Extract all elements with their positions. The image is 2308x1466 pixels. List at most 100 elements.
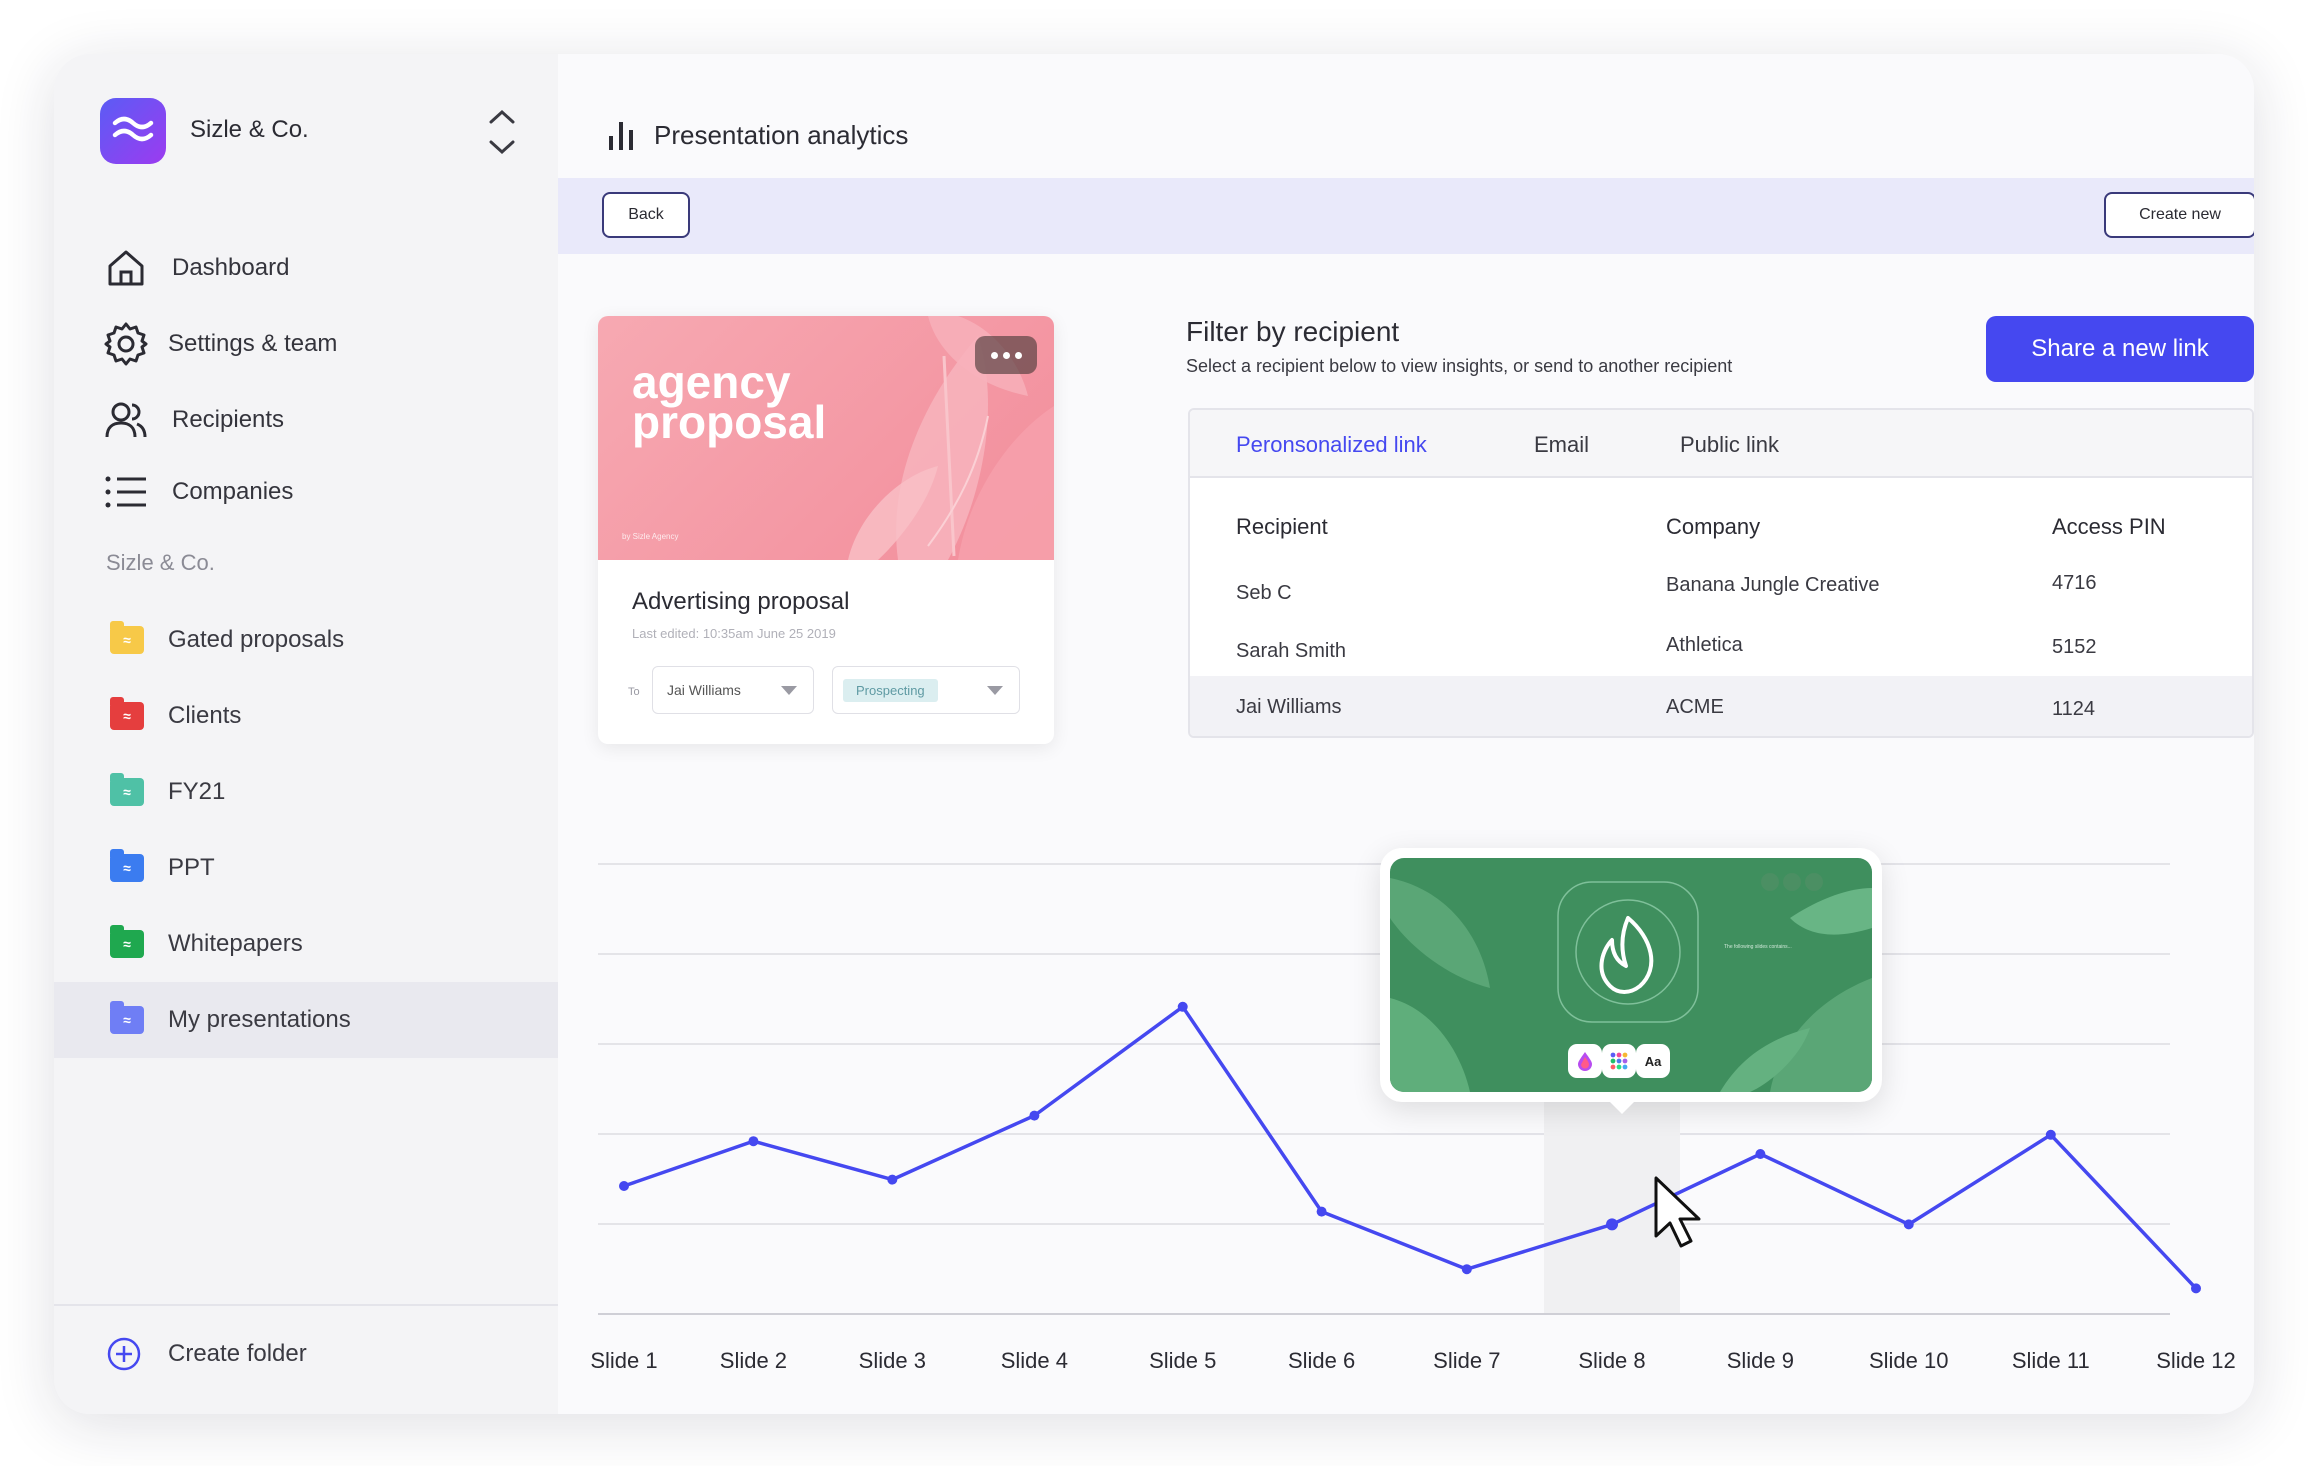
- slide-preview-tooltip: The following slides contains... Aa: [1380, 848, 1882, 1102]
- data-point[interactable]: [1316, 1206, 1327, 1217]
- company-cell: Banana Jungle Creative: [1666, 574, 1880, 596]
- presentation-title: Advertising proposal: [632, 588, 850, 615]
- folder-icon: ≈: [110, 697, 144, 730]
- nav-settings[interactable]: Settings & team: [102, 316, 532, 372]
- sidebar-divider: [54, 1304, 558, 1306]
- create-folder-button[interactable]: Create folder: [106, 1336, 307, 1372]
- brand-logo[interactable]: [100, 98, 166, 164]
- folder-icon: ≈: [110, 925, 144, 958]
- folder-icon: ≈: [110, 773, 144, 806]
- data-point[interactable]: [1029, 1110, 1040, 1121]
- tab-email[interactable]: Email: [1534, 432, 1589, 458]
- grid-dots-icon: [1602, 1044, 1636, 1078]
- plus-circle-icon: [107, 1337, 141, 1371]
- drop-icon: [1568, 1044, 1602, 1078]
- stage-badge: Prospecting: [843, 678, 938, 702]
- x-tick-label: Slide 11: [2012, 1348, 2090, 1373]
- x-tick-label: Slide 1: [590, 1348, 657, 1373]
- recipient-select[interactable]: Jai Williams: [652, 666, 814, 714]
- nav-dashboard[interactable]: Dashboard: [102, 240, 532, 296]
- create-new-button[interactable]: Create new: [2104, 192, 2254, 238]
- tab-personalized-link[interactable]: Peronsonalized link: [1236, 432, 1427, 458]
- presentation-card[interactable]: agency proposal by Sizle Agency Advertis…: [598, 316, 1054, 744]
- app-window: Sizle & Co. Dashboard Settings & team Re…: [54, 54, 2254, 1414]
- folder-label: My presentations: [168, 1006, 351, 1033]
- nav-label: Companies: [172, 478, 294, 505]
- x-tick-label: Slide 8: [1578, 1348, 1645, 1373]
- users-icon: [102, 396, 150, 444]
- workspace-name: Sizle & Co.: [190, 116, 309, 143]
- data-point[interactable]: [1606, 1218, 1619, 1231]
- to-label: To: [628, 686, 640, 698]
- slide-text: The following slides contains...: [1724, 944, 1792, 950]
- filter-title: Filter by recipient: [1186, 316, 1400, 347]
- x-tick-label: Slide 5: [1149, 1348, 1216, 1373]
- table-row-selected[interactable]: Jai Williams ACME 1124: [1190, 676, 2252, 736]
- data-point[interactable]: [1177, 1001, 1188, 1012]
- back-button[interactable]: Back: [602, 192, 690, 238]
- recipient-select-value: Jai Williams: [667, 682, 741, 698]
- data-point[interactable]: [1461, 1264, 1472, 1275]
- folder-whitepapers[interactable]: ≈ Whitepapers: [54, 906, 558, 982]
- folder-label: Whitepapers: [168, 930, 303, 957]
- dot: [1014, 351, 1022, 359]
- data-point[interactable]: [1755, 1149, 1766, 1159]
- tab-public-link[interactable]: Public link: [1680, 432, 1779, 458]
- recipient-cell: Jai Williams: [1236, 696, 1342, 718]
- nav-companies[interactable]: Companies: [102, 464, 532, 520]
- list-icon: [102, 468, 150, 516]
- company-cell: ACME: [1666, 696, 1724, 718]
- chevron-up-down-icon: [489, 109, 515, 155]
- thumbnail-title: agency proposal: [632, 356, 827, 448]
- action-bar: Back Create new: [558, 178, 2254, 254]
- folder-gated-proposals[interactable]: ≈ Gated proposals: [54, 602, 558, 678]
- main-content: Presentation analytics Back Create new a…: [558, 54, 2254, 1414]
- folder-fy21[interactable]: ≈ FY21: [54, 754, 558, 830]
- gear-icon: [102, 320, 150, 368]
- column-header-pin[interactable]: Access PIN: [2052, 514, 2166, 540]
- pin-cell: 5152: [2052, 636, 2097, 658]
- nav-label: Dashboard: [172, 254, 290, 281]
- page-title: Presentation analytics: [654, 120, 909, 150]
- x-tick-label: Slide 10: [1869, 1348, 1949, 1373]
- x-tick-label: Slide 7: [1433, 1348, 1500, 1373]
- recipient-panel: Peronsonalized link Email Public link Re…: [1188, 408, 2254, 738]
- table-row[interactable]: Seb C Banana Jungle Creative 4716: [1190, 562, 2252, 624]
- nav-label: Settings & team: [168, 330, 338, 357]
- workspace-switcher[interactable]: [484, 104, 520, 160]
- chevron-down-icon: [781, 686, 797, 695]
- x-tick-label: Slide 9: [1727, 1348, 1794, 1373]
- chevron-down-icon: [987, 686, 1003, 695]
- share-new-link-button[interactable]: Share a new link: [1986, 316, 2254, 382]
- data-point[interactable]: [2045, 1129, 2056, 1140]
- folder-label: Gated proposals: [168, 626, 345, 653]
- folder-label: Clients: [168, 702, 242, 729]
- filter-subtitle: Select a recipient below to view insight…: [1186, 356, 1733, 376]
- column-header-company[interactable]: Company: [1666, 514, 1760, 540]
- data-point[interactable]: [748, 1136, 759, 1147]
- x-tick-label: Slide 12: [2156, 1348, 2236, 1373]
- more-options-button[interactable]: [975, 336, 1037, 374]
- stage-select[interactable]: Prospecting: [832, 666, 1020, 714]
- presentation-thumbnail[interactable]: agency proposal by Sizle Agency: [598, 316, 1054, 560]
- x-tick-label: Slide 6: [1288, 1348, 1355, 1373]
- folder-label: PPT: [168, 854, 215, 881]
- folder-clients[interactable]: ≈ Clients: [54, 678, 558, 754]
- data-point[interactable]: [1903, 1219, 1914, 1230]
- nav-recipients[interactable]: Recipients: [102, 392, 532, 448]
- folder-my-presentations[interactable]: ≈ My presentations: [54, 982, 558, 1058]
- table-row[interactable]: Sarah Smith Athletica 5152: [1190, 622, 2252, 684]
- dot: [1002, 351, 1010, 359]
- column-header-recipient[interactable]: Recipient: [1236, 514, 1328, 540]
- data-point[interactable]: [2191, 1283, 2201, 1294]
- nav-label: Recipients: [172, 406, 285, 433]
- data-point[interactable]: [887, 1174, 898, 1185]
- dot: [990, 351, 998, 359]
- recipient-cell: Seb C: [1236, 582, 1292, 604]
- folder-icon: ≈: [110, 849, 144, 882]
- sidebar: Sizle & Co. Dashboard Settings & team Re…: [54, 54, 558, 1414]
- data-point[interactable]: [619, 1181, 629, 1191]
- home-icon: [102, 244, 150, 292]
- folder-ppt[interactable]: ≈ PPT: [54, 830, 558, 906]
- x-tick-label: Slide 4: [1001, 1348, 1068, 1373]
